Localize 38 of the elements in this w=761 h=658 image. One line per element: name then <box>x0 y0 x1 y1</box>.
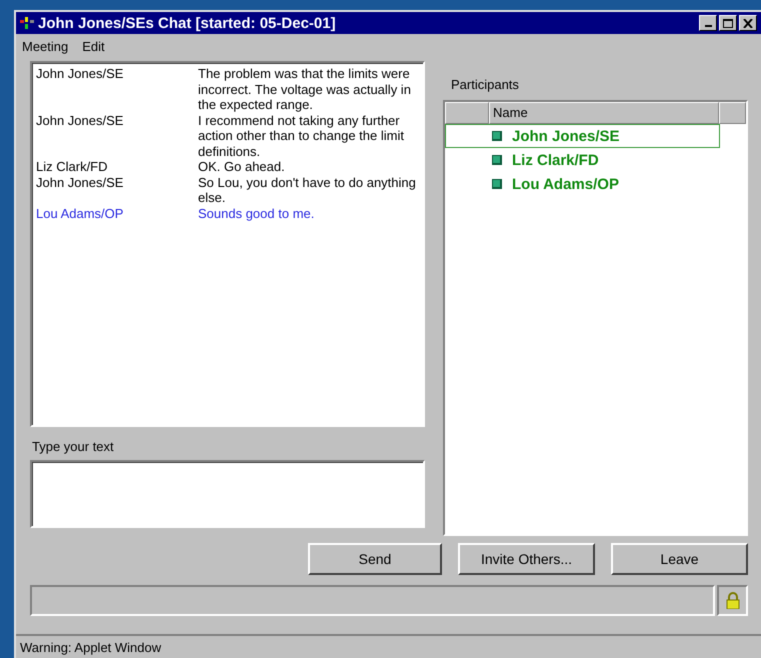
close-button[interactable] <box>739 15 757 31</box>
app-icon <box>20 16 34 30</box>
message-input-field[interactable] <box>30 460 425 528</box>
status-bar: Warning: Applet Window <box>16 634 761 658</box>
minimize-icon <box>704 25 712 27</box>
message-sender: John Jones/SE <box>36 66 124 83</box>
minimize-button[interactable] <box>699 15 717 31</box>
message-sender: Lou Adams/OP <box>36 206 124 221</box>
participants-label: Participants <box>451 77 520 92</box>
action-button[interactable]: Leave <box>611 543 748 575</box>
close-icon <box>743 18 753 28</box>
action-button[interactable]: Send <box>308 543 442 575</box>
participant-row[interactable]: Liz Clark/FD <box>445 148 720 172</box>
menu-item[interactable]: Edit <box>82 39 105 57</box>
participant-name: Liz Clark/FD <box>512 152 599 168</box>
message-text: Sounds good to me. <box>198 206 316 221</box>
column-header[interactable]: Name <box>489 102 719 124</box>
maximize-button[interactable] <box>719 15 737 31</box>
message-text: I recommend not taking any further action other than to change the limit definitions. <box>198 112 405 159</box>
input-label: Type your text <box>32 439 115 454</box>
message-text: So Lou, you don't have to do anything else. <box>198 174 417 206</box>
message-text: The problem was that the limits were incorrect. The voltage was actually in the expected range. <box>198 66 412 112</box>
status-icon <box>492 131 502 141</box>
message-text: OK. Go ahead. <box>198 159 286 174</box>
participant-name: John Jones/SE <box>512 128 620 144</box>
action-button[interactable]: Invite Others... <box>458 543 595 575</box>
lock-icon <box>726 592 740 609</box>
participant-row[interactable]: Lou Adams/OP <box>445 172 720 196</box>
participant-row[interactable]: John Jones/SE <box>445 124 720 148</box>
status-icon <box>492 179 502 189</box>
participant-name: Lou Adams/OP <box>512 176 619 192</box>
status-icon <box>492 155 502 165</box>
message-sender: Liz Clark/FD <box>36 159 109 174</box>
maximize-icon <box>723 18 733 28</box>
menu-item[interactable]: Meeting <box>22 39 68 57</box>
message-sender: John Jones/SE <box>36 174 124 192</box>
message-sender: John Jones/SE <box>36 112 124 130</box>
window-title: John Jones/SEs Chat [started: 05-Dec-01] <box>38 14 337 32</box>
